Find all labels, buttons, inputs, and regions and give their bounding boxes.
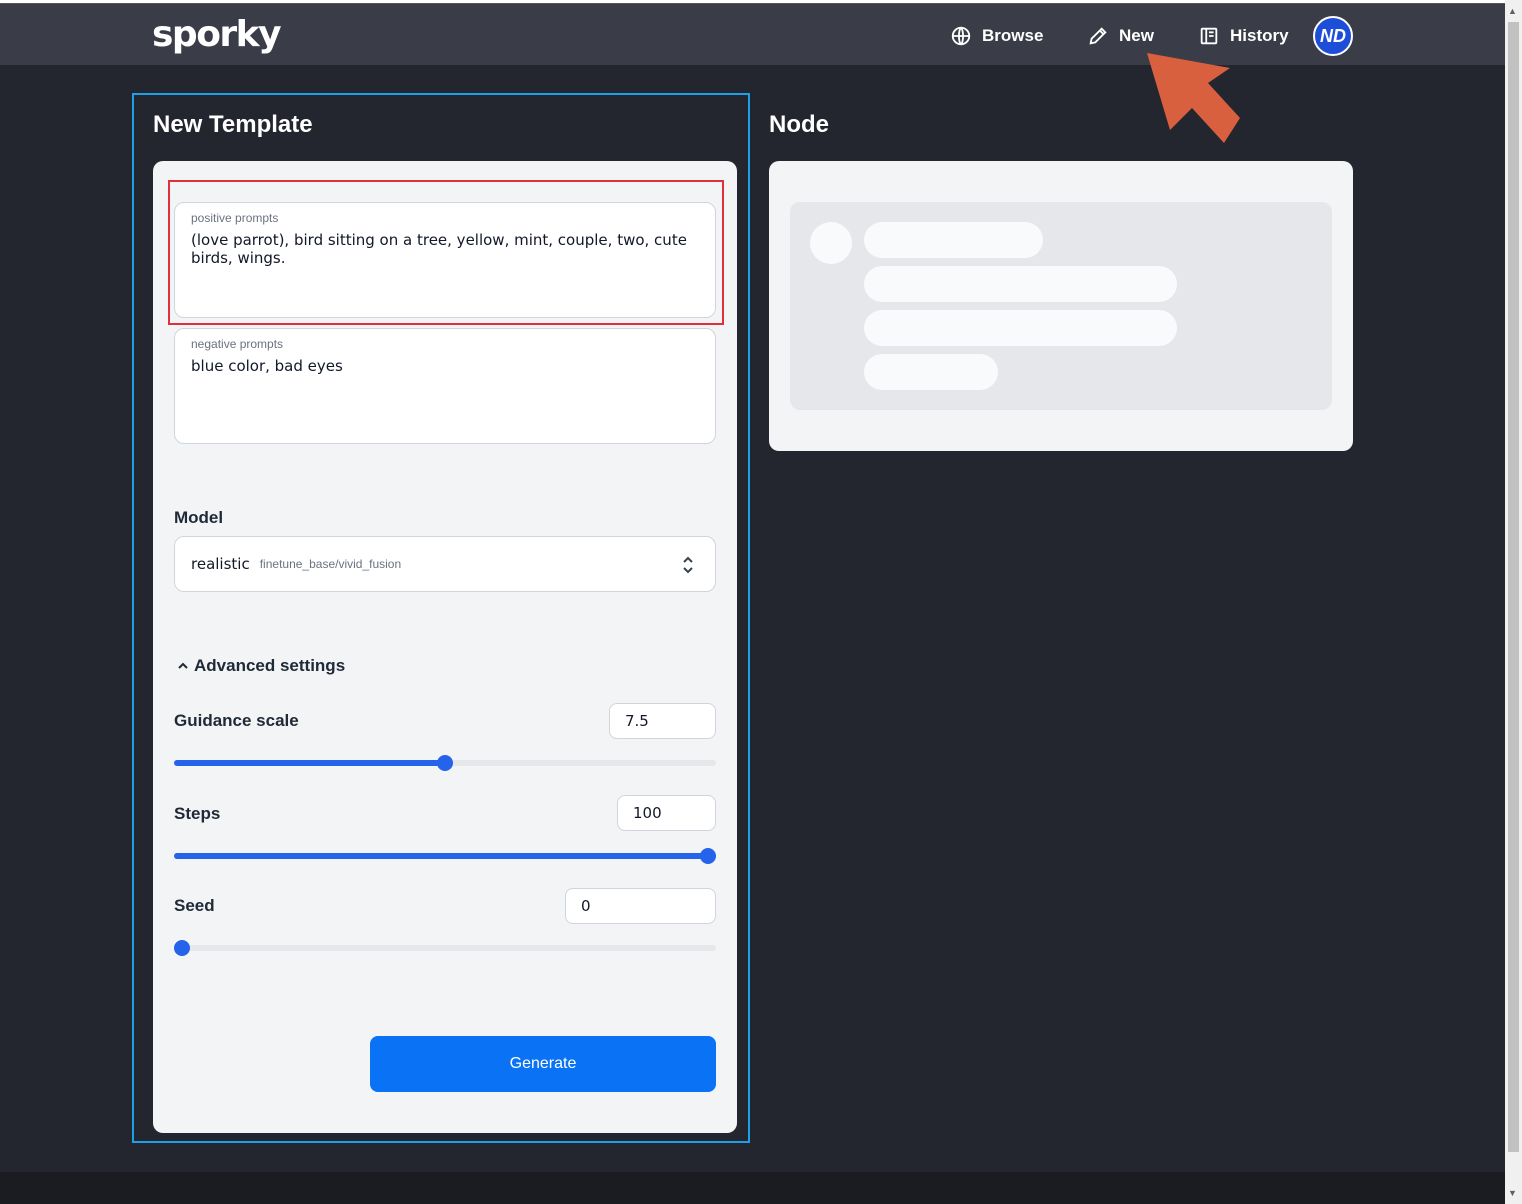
- nav-new[interactable]: New: [1087, 24, 1154, 48]
- top-nav-bar: sporky Browse New History ND: [0, 3, 1505, 65]
- steps-fill: [174, 853, 716, 859]
- model-label: Model: [174, 508, 224, 527]
- nav-history[interactable]: History: [1198, 24, 1289, 48]
- annotation-arrow-icon: [1147, 53, 1240, 143]
- skeleton-line: [864, 266, 1177, 302]
- nav-history-label: History: [1230, 26, 1289, 45]
- chevron-up-down-icon: [683, 556, 693, 574]
- advanced-settings-label: Advanced settings: [194, 656, 346, 675]
- pencil-icon: [1089, 27, 1107, 45]
- user-avatar[interactable]: ND: [1313, 16, 1353, 56]
- steps-input[interactable]: 100: [617, 795, 716, 831]
- skeleton-avatar-placeholder: [810, 222, 852, 264]
- model-selected-name: realistic: [191, 555, 250, 573]
- guidance-scale-input[interactable]: 7.5: [609, 703, 716, 739]
- positive-prompt-field[interactable]: positive prompts (love parrot), bird sit…: [174, 202, 716, 318]
- seed-label: Seed: [174, 896, 215, 915]
- positive-prompt-label: positive prompts: [191, 211, 279, 225]
- nav-browse[interactable]: Browse: [950, 24, 1043, 48]
- scroll-up-icon[interactable]: ▲: [1508, 6, 1517, 16]
- scrollbar-thumb[interactable]: [1508, 22, 1519, 1152]
- node-title: Node: [769, 111, 829, 138]
- guidance-scale-thumb[interactable]: [437, 755, 453, 771]
- template-title: New Template: [153, 111, 313, 138]
- negative-prompt-field[interactable]: negative prompts blue color, bad eyes: [174, 328, 716, 444]
- steps-slider[interactable]: [174, 848, 716, 864]
- advanced-settings-toggle[interactable]: Advanced settings: [178, 656, 345, 676]
- app-logo[interactable]: sporky: [152, 14, 282, 55]
- guidance-scale-fill: [174, 760, 445, 766]
- negative-prompt-value: blue color, bad eyes: [191, 357, 343, 375]
- skeleton-line: [864, 222, 1043, 258]
- page-footer: [0, 1172, 1505, 1204]
- steps-label: Steps: [174, 804, 221, 823]
- nav-new-label: New: [1119, 26, 1154, 45]
- book-icon: [1200, 27, 1218, 45]
- seed-slider[interactable]: [174, 940, 716, 956]
- model-selected-path: finetune_base/vivid_fusion: [259, 557, 402, 571]
- steps-thumb[interactable]: [700, 848, 716, 864]
- seed-thumb[interactable]: [174, 940, 190, 956]
- negative-prompt-label: negative prompts: [191, 337, 284, 351]
- guidance-scale-slider[interactable]: [174, 755, 716, 771]
- chevron-up-icon: [178, 662, 188, 669]
- scroll-down-icon[interactable]: ▼: [1508, 1188, 1517, 1198]
- positive-prompt-value: (love parrot), bird sitting on a tree, y…: [191, 231, 687, 267]
- seed-input[interactable]: 0: [565, 888, 716, 924]
- skeleton-line: [864, 310, 1177, 346]
- nav-browse-label: Browse: [982, 26, 1044, 45]
- model-select[interactable]: realistic finetune_base/vivid_fusion: [174, 536, 716, 592]
- skeleton-line: [864, 354, 998, 390]
- globe-icon: [951, 26, 971, 46]
- generate-button[interactable]: Generate: [370, 1036, 716, 1092]
- guidance-scale-label: Guidance scale: [174, 711, 299, 730]
